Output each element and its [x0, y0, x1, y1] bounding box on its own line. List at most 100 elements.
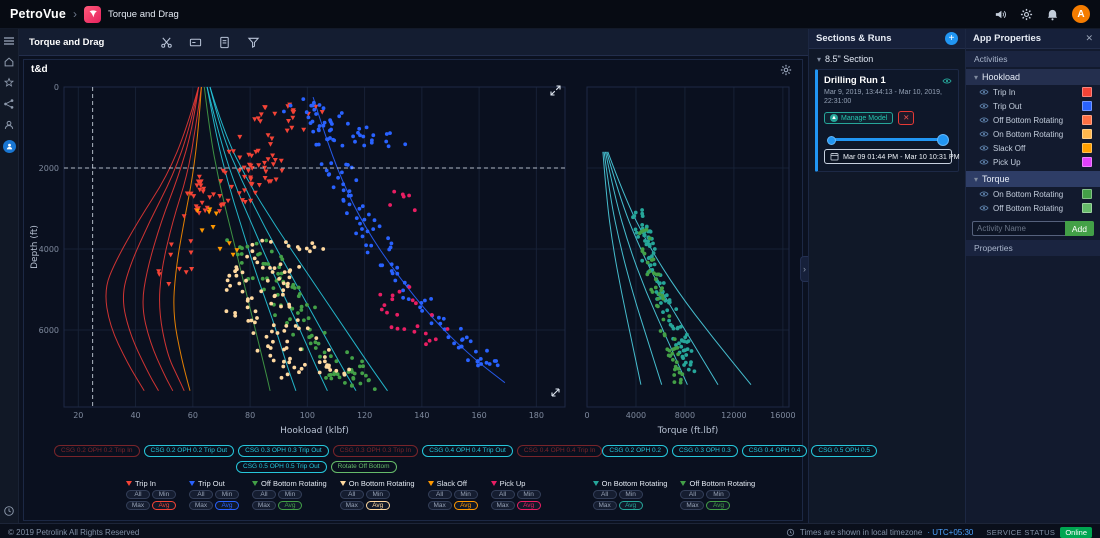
model-chip-rotate-off-bottom[interactable]: Rotate Off Bottom	[330, 460, 397, 474]
legend-trip-out-all-button[interactable]: All	[189, 490, 213, 499]
legend-off-bottom-rotating-min-button[interactable]: Min	[706, 490, 731, 499]
filter-funnel-icon[interactable]	[247, 36, 260, 49]
legend-off-bottom-rotating-min-button[interactable]: Min	[278, 490, 302, 499]
brand-logo[interactable]: PetroVue	[10, 7, 66, 21]
activity-item-off-bottom-rotating[interactable]: Off Bottom Rotating	[966, 201, 1100, 215]
slider-start-handle[interactable]	[827, 136, 836, 146]
visibility-eye-icon[interactable]	[979, 116, 989, 124]
activity-item-trip-out[interactable]: Trip Out	[966, 99, 1100, 113]
activity-item-slack-off[interactable]: Slack Off	[966, 141, 1100, 155]
remove-run-x-icon[interactable]: ✕	[898, 111, 915, 126]
legend-on-bottom-rotating-min-button[interactable]: Min	[365, 490, 390, 499]
time-range-slider[interactable]	[827, 132, 949, 147]
report-document-icon[interactable]	[218, 36, 231, 49]
history-clock-icon[interactable]	[3, 505, 15, 517]
slider-end-handle[interactable]	[937, 134, 949, 147]
run-card[interactable]: Drilling Run 1 Mar 9, 2019, 13:44:13 - M…	[815, 69, 960, 173]
collapse-panel-chevron-icon[interactable]: ›	[800, 256, 808, 283]
model-chip-csg-0-4-oph-0-4[interactable]: CSG 0.4 OPH 0.4	[741, 444, 808, 458]
legend-pick-up-max-button[interactable]: Max	[490, 501, 515, 510]
activity-name-input[interactable]	[972, 221, 1065, 236]
model-chip-csg-0-2-oph-0-2-trip-in[interactable]: CSG 0.2 OPH 0.2 Trip In	[54, 444, 140, 458]
model-chip-csg-0-5-oph-0-5-trip-out[interactable]: CSG 0.5 OPH 0.5 Trip Out	[236, 460, 327, 474]
notifications-bell-icon[interactable]	[1046, 8, 1059, 21]
legend-on-bottom-rotating-avg-button[interactable]: Avg	[365, 501, 390, 510]
legend-trip-out-max-button[interactable]: Max	[189, 501, 213, 510]
favorites-star-icon[interactable]	[3, 77, 15, 89]
legend-trip-in-avg-button[interactable]: Avg	[152, 501, 176, 510]
visibility-eye-icon[interactable]	[979, 158, 989, 166]
activity-item-pick-up[interactable]: Pick Up	[966, 155, 1100, 169]
legend-off-bottom-rotating-all-button[interactable]: All	[680, 490, 705, 499]
legend-pick-up-min-button[interactable]: Min	[516, 490, 541, 499]
model-chip-csg-0-4-oph-0-4-trip-in[interactable]: CSG 0.4 OPH 0.4 Trip In	[516, 444, 603, 458]
activity-item-on-bottom-rotating[interactable]: On Bottom Rotating	[966, 127, 1100, 141]
model-chip-csg-0-4-oph-0-4-trip-out[interactable]: CSG 0.4 OPH 0.4 Trip Out	[422, 444, 513, 458]
share-nodes-icon[interactable]	[3, 98, 15, 110]
legend-on-bottom-rotating-avg-button[interactable]: Avg	[618, 501, 643, 510]
model-chip-csg-0-3-oph-0-3[interactable]: CSG 0.3 OPH 0.3	[672, 444, 738, 458]
legend-off-bottom-rotating-avg-button[interactable]: Avg	[278, 501, 302, 510]
visibility-eye-icon[interactable]	[979, 130, 989, 138]
connect-status-icon[interactable]	[2, 140, 16, 153]
chevron-down-icon[interactable]: ▾	[974, 175, 978, 184]
visibility-eye-icon[interactable]	[979, 144, 989, 152]
utc-offset[interactable]: · UTC+05:30	[927, 528, 973, 537]
model-chip-csg-0-5-oph-0-5[interactable]: CSG 0.5 OPH 0.5	[811, 444, 878, 458]
model-chip-csg-0-2-oph-0-2-trip-out[interactable]: CSG 0.2 OPH 0.2 Trip Out	[143, 444, 235, 458]
section-toggle[interactable]: ▾ 8.5" Section	[809, 49, 965, 67]
add-section-plus-icon[interactable]: +	[945, 32, 958, 45]
user-avatar[interactable]: A	[1072, 5, 1090, 23]
visibility-eye-icon[interactable]	[979, 102, 989, 110]
legend-off-bottom-rotating-max-button[interactable]: Max	[680, 501, 705, 510]
user-profile-icon[interactable]	[3, 119, 15, 131]
model-chip-csg-0-3-oph-0-3-trip-out[interactable]: CSG 0.3 OPH 0.3 Trip Out	[238, 444, 329, 458]
torque-depth-chart[interactable]: 0 4000 8000 12000 16000 Torque (ft.lbf)	[577, 79, 805, 437]
resize-chart-icon[interactable]	[550, 387, 561, 398]
legend-on-bottom-rotating-min-button[interactable]: Min	[618, 490, 643, 499]
legend-slack-off-max-button[interactable]: Max	[427, 501, 452, 510]
visibility-eye-icon[interactable]	[979, 88, 989, 96]
legend-on-bottom-rotating-all-button[interactable]: All	[339, 490, 364, 499]
snapshot-scissors-icon[interactable]	[160, 36, 173, 49]
expand-chart-icon[interactable]	[550, 85, 561, 96]
card-view-icon[interactable]	[189, 36, 202, 49]
run-visibility-eye-icon[interactable]	[942, 77, 952, 85]
legend-off-bottom-rotating-max-button[interactable]: Max	[252, 501, 276, 510]
legend-slack-off-avg-button[interactable]: Avg	[453, 501, 478, 510]
legend-slack-off-all-button[interactable]: All	[427, 490, 452, 499]
legend-trip-out-min-button[interactable]: Min	[215, 490, 239, 499]
legend-trip-in-all-button[interactable]: All	[126, 490, 150, 499]
legend-on-bottom-rotating-max-button[interactable]: Max	[339, 501, 364, 510]
hookload-depth-chart[interactable]: 20 40 60 80 100 120 140 160 180 0 2000 4000 6000 Hook…	[28, 79, 571, 437]
legend-on-bottom-rotating-all-button[interactable]: All	[592, 490, 617, 499]
model-chip-csg-0-2-oph-0-2[interactable]: CSG 0.2 OPH 0.2	[602, 444, 669, 458]
legend-off-bottom-rotating-avg-button[interactable]: Avg	[706, 501, 731, 510]
model-chip-csg-0-3-oph-0-3-trip-in[interactable]: CSG 0.3 OPH 0.3 Trip In	[332, 444, 419, 458]
visibility-eye-icon[interactable]	[979, 204, 989, 212]
legend-on-bottom-rotating-max-button[interactable]: Max	[592, 501, 617, 510]
chevron-down-icon[interactable]: ▾	[974, 73, 978, 82]
hamburger-menu-icon[interactable]	[3, 35, 15, 47]
legend-pick-up-avg-button[interactable]: Avg	[516, 501, 541, 510]
legend-trip-in-min-button[interactable]: Min	[152, 490, 176, 499]
legend-pick-up-all-button[interactable]: All	[490, 490, 515, 499]
legend-slack-off-min-button[interactable]: Min	[453, 490, 478, 499]
manage-model-button[interactable]: ▲ Manage Model	[824, 112, 894, 125]
add-activity-button[interactable]: Add	[1064, 221, 1094, 236]
chart-settings-gear-icon[interactable]	[780, 64, 792, 76]
visibility-eye-icon[interactable]	[979, 190, 989, 198]
legend-trip-out-avg-button[interactable]: Avg	[215, 501, 239, 510]
date-range-input[interactable]: Mar 09 01:44 PM - Mar 10 10:31 PM	[824, 149, 960, 165]
home-icon[interactable]	[3, 56, 15, 68]
activity-item-on-bottom-rotating[interactable]: On Bottom Rotating	[966, 187, 1100, 201]
close-panel-x-icon[interactable]: ✕	[1085, 33, 1093, 44]
activity-group-hookload[interactable]: ▾ Hookload	[966, 69, 1100, 85]
legend-trip-in-max-button[interactable]: Max	[126, 501, 150, 510]
activity-group-torque[interactable]: ▾ Torque	[966, 171, 1100, 187]
settings-gear-icon[interactable]	[1020, 8, 1033, 21]
volume-icon[interactable]	[994, 8, 1007, 21]
legend-off-bottom-rotating-all-button[interactable]: All	[252, 490, 276, 499]
activity-item-off-bottom-rotating[interactable]: Off Bottom Rotating	[966, 113, 1100, 127]
activity-item-trip-in[interactable]: Trip In	[966, 85, 1100, 99]
